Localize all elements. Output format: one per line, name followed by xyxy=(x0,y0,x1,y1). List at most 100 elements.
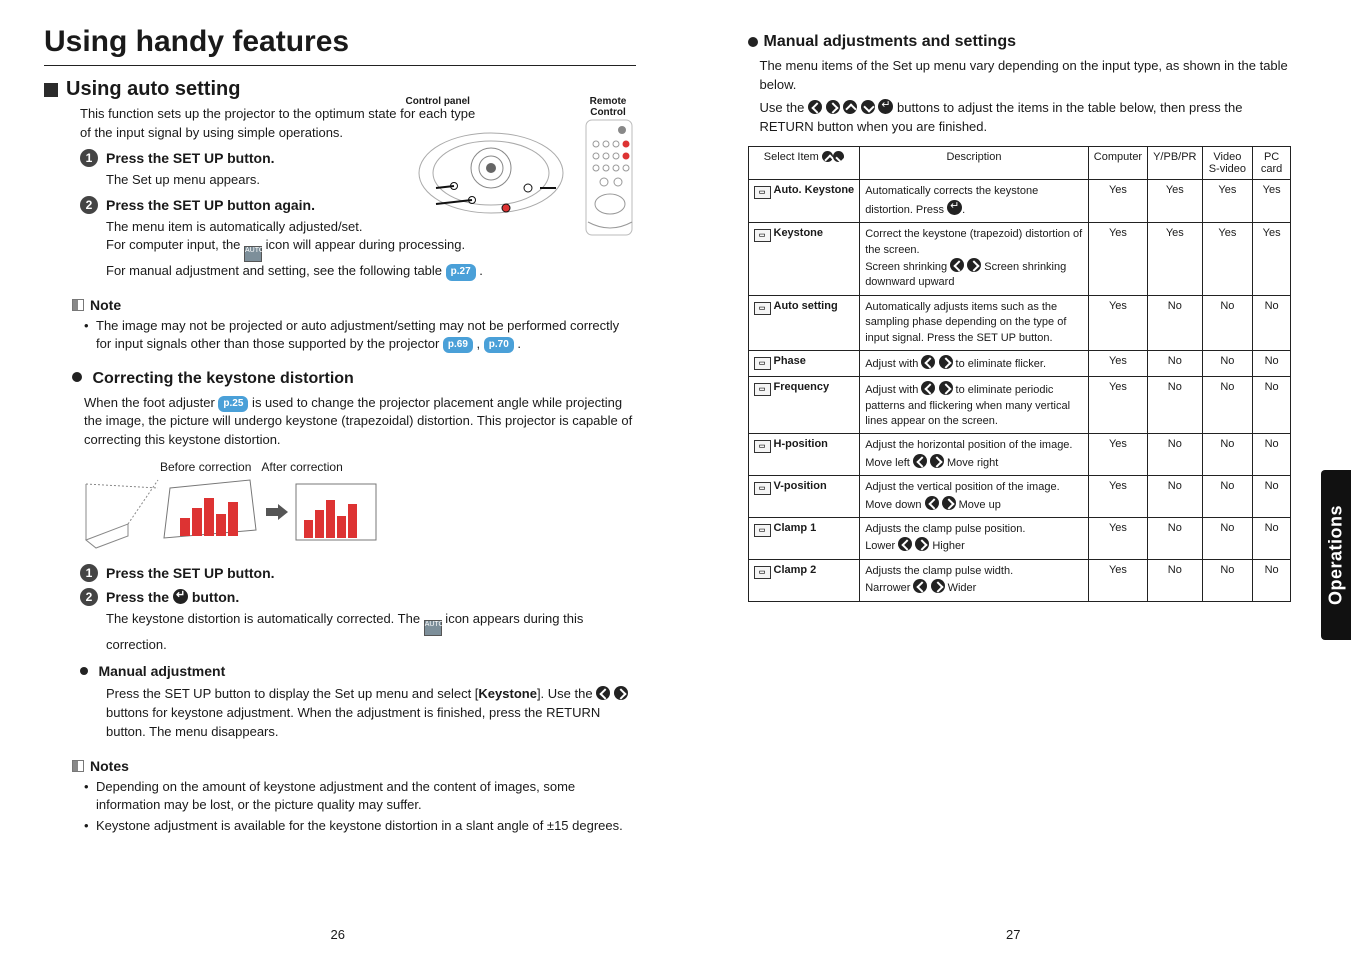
row-description: Adjust the vertical position of the imag… xyxy=(860,476,1089,518)
note-icon xyxy=(72,760,84,772)
up-arrow-icon xyxy=(843,100,857,114)
projector-panel-icon xyxy=(406,118,636,238)
title-rule xyxy=(44,65,636,66)
table-row: ▭Auto. KeystoneAutomatically corrects th… xyxy=(748,180,1291,223)
left-arrow-icon xyxy=(913,454,927,468)
th-select: Select Item xyxy=(748,147,860,180)
row-pccard: No xyxy=(1253,476,1291,518)
row-description: Adjust the horizontal position of the im… xyxy=(860,434,1089,476)
page-link[interactable]: p.69 xyxy=(443,337,473,353)
row-description: Automatically corrects the keystone dist… xyxy=(860,180,1089,223)
table-row: ▭KeystoneCorrect the keystone (trapezoid… xyxy=(748,223,1291,296)
page-number: 27 xyxy=(1006,927,1020,942)
right-arrow-icon xyxy=(826,100,840,114)
row-name: ▭Auto setting xyxy=(748,295,860,350)
setting-icon: ▭ xyxy=(754,482,771,495)
disc-bullet-icon xyxy=(72,372,82,382)
th-description: Description xyxy=(860,147,1089,180)
right-arrow-icon xyxy=(942,496,956,510)
subsection-heading: Manual adjustments and settings xyxy=(764,33,1016,51)
row-ypbpr: No xyxy=(1148,518,1202,560)
row-computer: Yes xyxy=(1088,476,1147,518)
page-link[interactable]: p.25 xyxy=(218,396,248,413)
right-arrow-icon xyxy=(931,579,945,593)
setting-icon: ▭ xyxy=(754,566,771,579)
setting-icon: ▭ xyxy=(754,229,771,242)
row-computer: Yes xyxy=(1088,180,1147,223)
disc-bullet-icon xyxy=(748,37,758,47)
left-page: Using handy features Using auto setting … xyxy=(0,0,676,954)
disc-bullet-icon xyxy=(80,667,88,675)
left-arrow-icon xyxy=(898,537,912,551)
step-number-icon: 1 xyxy=(80,149,98,167)
setting-icon: ▭ xyxy=(754,383,771,396)
manual-adjustment-body: Press the SET UP button to display the S… xyxy=(106,685,636,742)
section-intro: The menu items of the Set up menu vary d… xyxy=(760,57,1292,95)
row-ypbpr: No xyxy=(1148,295,1202,350)
table-row: ▭Clamp 2Adjusts the clamp pulse width.Na… xyxy=(748,559,1291,601)
row-video: No xyxy=(1202,295,1253,350)
row-ypbpr: No xyxy=(1148,434,1202,476)
processing-icon: AUTO xyxy=(244,246,262,262)
control-panel-label: Control panel xyxy=(406,96,470,118)
row-name: ▭Keystone xyxy=(748,223,860,296)
row-description: Adjusts the clamp pulse width.Narrower W… xyxy=(860,559,1089,601)
row-pccard: No xyxy=(1253,559,1291,601)
right-arrow-icon xyxy=(939,355,953,369)
page-link[interactable]: p.70 xyxy=(484,337,514,353)
row-computer: Yes xyxy=(1088,434,1147,476)
row-pccard: No xyxy=(1253,377,1291,434)
row-name: ▭Frequency xyxy=(748,377,860,434)
note-list: The image may not be projected or auto a… xyxy=(84,317,636,353)
keystone-correction-figure: Before correction After correction xyxy=(80,460,636,554)
row-video: Yes xyxy=(1202,180,1253,223)
row-pccard: Yes xyxy=(1253,180,1291,223)
page-title: Using handy features xyxy=(44,25,636,59)
control-panel-figure: Control panel Remote Control xyxy=(406,96,636,238)
left-arrow-icon xyxy=(808,100,822,114)
row-computer: Yes xyxy=(1088,518,1147,560)
right-arrow-icon xyxy=(614,686,628,700)
row-description: Adjusts the clamp pulse position.Lower H… xyxy=(860,518,1089,560)
step-body: The keystone distortion is automatically… xyxy=(106,610,636,655)
row-video: No xyxy=(1202,377,1253,434)
row-pccard: No xyxy=(1253,434,1291,476)
section-intro-2: Use the buttons to adjust the items in t… xyxy=(760,99,1292,137)
section-heading: Using auto setting xyxy=(66,78,240,101)
row-pccard: No xyxy=(1253,295,1291,350)
right-arrow-icon xyxy=(930,454,944,468)
left-arrow-icon xyxy=(950,258,964,272)
notes-list: Depending on the amount of keystone adju… xyxy=(84,778,636,836)
page-number: 26 xyxy=(331,927,345,942)
left-arrow-icon xyxy=(921,381,935,395)
row-name: ▭Clamp 2 xyxy=(748,559,860,601)
step-number-icon: 2 xyxy=(80,588,98,606)
right-arrow-icon xyxy=(915,537,929,551)
row-video: Yes xyxy=(1202,223,1253,296)
down-arrow-icon xyxy=(833,151,844,162)
row-computer: Yes xyxy=(1088,559,1147,601)
row-description: Correct the keystone (trapezoid) distort… xyxy=(860,223,1089,296)
step-heading: Press the SET UP button. xyxy=(106,565,275,581)
row-description: Adjust with to eliminate periodic patter… xyxy=(860,377,1089,434)
row-ypbpr: Yes xyxy=(1148,223,1202,296)
table-row: ▭FrequencyAdjust with to eliminate perio… xyxy=(748,377,1291,434)
row-video: No xyxy=(1202,559,1253,601)
operations-tab[interactable]: Operations xyxy=(1321,470,1351,640)
table-row: ▭V-positionAdjust the vertical position … xyxy=(748,476,1291,518)
row-ypbpr: No xyxy=(1148,350,1202,376)
row-ypbpr: No xyxy=(1148,377,1202,434)
setting-icon: ▭ xyxy=(754,186,771,199)
page-link[interactable]: p.27 xyxy=(446,264,476,281)
left-arrow-icon xyxy=(925,496,939,510)
remote-control-label: Remote Control xyxy=(581,96,636,118)
square-bullet-icon xyxy=(44,83,58,97)
table-row: ▭Clamp 1Adjusts the clamp pulse position… xyxy=(748,518,1291,560)
notes-heading: Notes xyxy=(90,758,129,774)
enter-button-icon xyxy=(173,589,188,604)
step-heading: Press the SET UP button again. xyxy=(106,197,315,213)
th-ypbpr: Y/PB/PR xyxy=(1148,147,1202,180)
row-description: Automatically adjusts items such as the … xyxy=(860,295,1089,350)
table-row: ▭Auto settingAutomatically adjusts items… xyxy=(748,295,1291,350)
row-name: ▭Auto. Keystone xyxy=(748,180,860,223)
